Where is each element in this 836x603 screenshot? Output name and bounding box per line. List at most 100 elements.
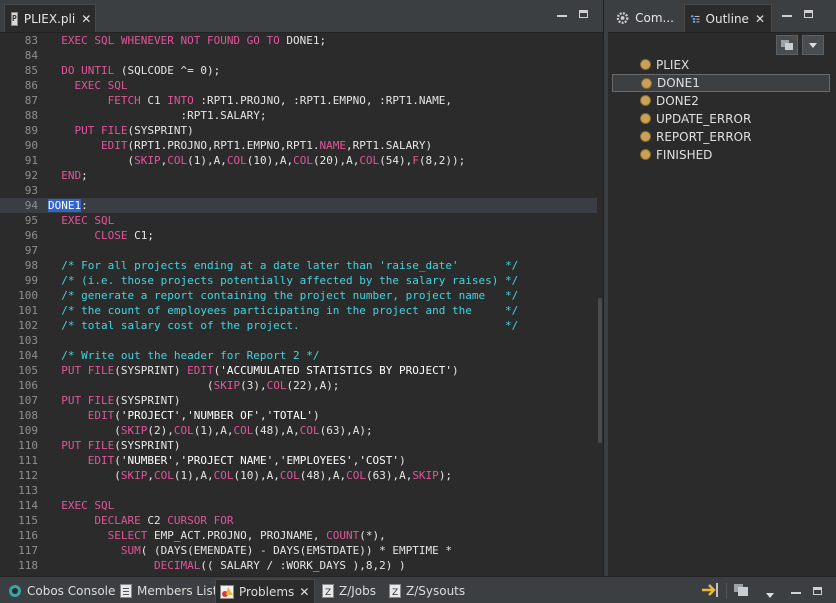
close-icon[interactable]: ✕: [755, 12, 765, 26]
tab-pliex[interactable]: P PLIEX.pli ✕: [4, 4, 96, 32]
tab-z-sysouts[interactable]: Z Z/Sysouts: [385, 579, 469, 603]
tab-cobos-console[interactable]: Cobos Console: [4, 579, 119, 603]
code-line[interactable]: 93: [0, 183, 597, 198]
code-token: EDIT: [100, 139, 128, 152]
code-line[interactable]: 106 (SKIP(3),COL(22),A);: [0, 378, 597, 393]
code-line[interactable]: 84: [0, 48, 597, 63]
tab-outline[interactable]: Outline ✕: [684, 4, 772, 32]
code-token: 'ACCUMULATED STATISTICS BY PROJECT': [220, 364, 453, 377]
code-line[interactable]: 83 EXEC SQL WHENEVER NOT FOUND GO TO DON…: [0, 33, 597, 48]
code-line[interactable]: 95 EXEC SQL: [0, 213, 597, 228]
import-button[interactable]: [701, 582, 719, 601]
code-line[interactable]: 89 PUT FILE(SYSPRINT): [0, 123, 597, 138]
code-line[interactable]: 116 SELECT EMP_ACT.PROJNO, PROJNAME, COU…: [0, 528, 597, 543]
code-text: EXEC SQL: [48, 214, 114, 227]
code-text: EDIT(RPT1.PROJNO,RPT1.EMPNO,RPT1.NAME,RP…: [48, 139, 432, 152]
code-line[interactable]: 94 DONE1:: [0, 198, 597, 213]
vertical-scrollbar[interactable]: [597, 33, 603, 576]
tab-problems[interactable]: Problems ✕: [215, 579, 315, 603]
minimize-icon[interactable]: [557, 15, 567, 17]
close-icon[interactable]: ✕: [81, 12, 91, 26]
line-number: 99: [24, 274, 38, 287]
code-line[interactable]: 110 PUT FILE(SYSPRINT): [0, 438, 597, 453]
close-icon[interactable]: ✕: [299, 585, 309, 599]
code-line[interactable]: 108 EDIT('PROJECT','NUMBER OF','TOTAL'): [0, 408, 597, 423]
code-line[interactable]: 113: [0, 483, 597, 498]
outline-item[interactable]: PLIEX: [612, 56, 830, 74]
code-line[interactable]: 98 /* For all projects ending at a date …: [0, 258, 597, 273]
maximize-icon[interactable]: [579, 10, 588, 18]
chevron-down-icon: [766, 593, 774, 598]
tab-commands[interactable]: Com...: [610, 4, 680, 32]
code-token: (1),A,: [193, 424, 234, 437]
maximize-icon[interactable]: [804, 10, 813, 18]
outline-item[interactable]: REPORT_ERROR: [612, 128, 830, 146]
view-menu-button[interactable]: [766, 587, 774, 601]
minimize-icon[interactable]: [782, 15, 792, 17]
code-line[interactable]: 103: [0, 333, 597, 348]
display-selected-button[interactable]: [733, 583, 749, 600]
code-line[interactable]: 118 DECIMAL(( SALARY / :WORK_DAYS ),8,2)…: [0, 558, 597, 573]
code-line[interactable]: 114 EXEC SQL: [0, 498, 597, 513]
tab-z-jobs[interactable]: Z Z/Jobs: [318, 579, 380, 603]
tab-members-list[interactable]: Members List: [116, 579, 221, 603]
code-token: /* the count of employees participating …: [48, 304, 519, 317]
code-line[interactable]: 85 DO UNTIL (SQLCODE ^= 0);: [0, 63, 597, 78]
code-token: (63),A);: [319, 424, 373, 437]
code-line[interactable]: 96 CLOSE C1;: [0, 228, 597, 243]
code-token: (: [48, 379, 214, 392]
code-token: 'COST': [359, 454, 400, 467]
code-line[interactable]: 112 (SKIP,COL(1),A,COL(10),A,COL(48),A,C…: [0, 468, 597, 483]
view-options-button[interactable]: [776, 35, 798, 55]
outline-item[interactable]: DONE1: [612, 74, 830, 92]
code-line[interactable]: 90 EDIT(RPT1.PROJNO,RPT1.EMPNO,RPT1.NAME…: [0, 138, 597, 153]
code-token: EDIT: [87, 454, 115, 467]
code-token: DECLARE: [94, 514, 141, 527]
scrollbar-thumb[interactable]: [598, 298, 602, 443]
code-token: EXEC SQL: [74, 79, 128, 92]
outline-item[interactable]: FINISHED: [612, 146, 830, 164]
code-line[interactable]: 107 PUT FILE(SYSPRINT): [0, 393, 597, 408]
code-token: 'PROJECT': [120, 409, 181, 422]
code-token: 'TOTAL': [266, 409, 313, 422]
code-text: (SKIP,COL(1),A,COL(10),A,COL(48),A,COL(6…: [48, 469, 452, 482]
outline-item[interactable]: UPDATE_ERROR: [612, 110, 830, 128]
code-token: (: [114, 454, 121, 467]
code-line[interactable]: 111 EDIT('NUMBER','PROJECT NAME','EMPLOY…: [0, 453, 597, 468]
code-text: /* total salary cost of the project. */: [48, 319, 518, 332]
code-line[interactable]: 99 /* (i.e. those projects potentially a…: [0, 273, 597, 288]
code-line[interactable]: 87 FETCH C1 INTO :RPT1.PROJNO, :RPT1.EMP…: [0, 93, 597, 108]
line-number: 92: [24, 169, 38, 182]
code-text: (SKIP,COL(1),A,COL(10),A,COL(20),A,COL(5…: [48, 154, 465, 167]
code-line[interactable]: 97: [0, 243, 597, 258]
code-area[interactable]: 83 EXEC SQL WHENEVER NOT FOUND GO TO DON…: [0, 33, 597, 576]
code-line[interactable]: 92 END;: [0, 168, 597, 183]
code-line[interactable]: 109 (SKIP(2),COL(1),A,COL(48),A,COL(63),…: [0, 423, 597, 438]
line-number: 95: [24, 214, 38, 227]
code-line[interactable]: 117 SUM( (DAYS(EMENDATE) - DAYS(EMSTDATE…: [0, 543, 597, 558]
code-line[interactable]: 86 EXEC SQL: [0, 78, 597, 93]
code-line[interactable]: 102 /* total salary cost of the project.…: [0, 318, 597, 333]
outline-panel: Com... Outline ✕ PLIEX DONE1 DONE2 UPDATE_E…: [608, 0, 836, 576]
label-icon: [641, 150, 650, 159]
code-line[interactable]: 100 /* generate a report containing the …: [0, 288, 597, 303]
code-line[interactable]: 91 (SKIP,COL(1),A,COL(10),A,COL(20),A,CO…: [0, 153, 597, 168]
outline-item[interactable]: DONE2: [612, 92, 830, 110]
code-line[interactable]: 88 :RPT1.SALARY;: [0, 108, 597, 123]
maximize-icon[interactable]: [813, 587, 822, 595]
code-line[interactable]: 105 PUT FILE(SYSPRINT) EDIT('ACCUMULATED…: [0, 363, 597, 378]
code-line[interactable]: 104 /* Write out the header for Report 2…: [0, 348, 597, 363]
code-token: ): [399, 454, 406, 467]
line-number: 109: [18, 424, 38, 437]
code-token: EXEC SQL: [61, 214, 115, 227]
line-number: 118: [18, 559, 38, 572]
code-token: DONE1: [48, 199, 82, 212]
view-menu-button[interactable]: [802, 35, 824, 55]
code-token: /* For all projects ending at a date lat…: [48, 259, 519, 272]
code-line[interactable]: 115 DECLARE C2 CURSOR FOR: [0, 513, 597, 528]
code-line[interactable]: 101 /* the count of employees participat…: [0, 303, 597, 318]
minimize-icon[interactable]: [791, 592, 801, 594]
